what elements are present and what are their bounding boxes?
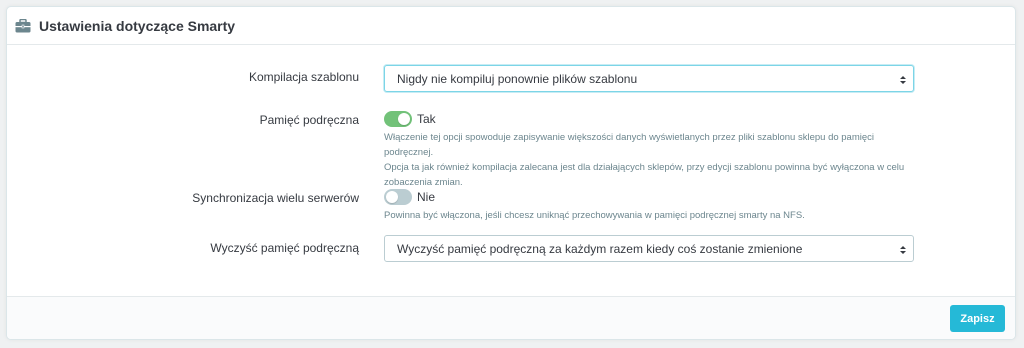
compilation-label: Kompilacja szablonu: [248, 70, 359, 84]
toggle-knob: [386, 191, 398, 203]
cache-help: Włączenie tej opcji spowoduje zapisywani…: [384, 130, 924, 190]
toggle-knob: [398, 113, 410, 125]
compilation-select[interactable]: Nigdy nie kompiluj ponownie plików szabl…: [384, 65, 914, 92]
cache-toggle[interactable]: [384, 111, 412, 127]
clear-cache-label: Wyczyść pamięć podręczną: [210, 241, 359, 255]
select-arrows-icon: [899, 74, 907, 84]
briefcase-icon: [15, 18, 31, 33]
clear-cache-select-value: Wyczyść pamięć podręczną za każdym razem…: [397, 241, 803, 256]
compilation-select-value: Nigdy nie kompiluj ponownie plików szabl…: [397, 71, 638, 86]
save-button[interactable]: Zapisz: [950, 305, 1005, 332]
cache-help-line-3: zobaczenia zmian.: [384, 177, 463, 188]
panel-title: Ustawienia dotyczące Smarty: [39, 17, 236, 34]
cache-help-line-1: Włączenie tej opcji spowoduje zapisywani…: [384, 132, 875, 158]
multi-server-label: Synchronizacja wielu serwerów: [192, 191, 359, 205]
panel-footer: Zapisz: [7, 296, 1015, 339]
cache-help-line-2: Opcja ta jak również kompilacja zalecana…: [384, 162, 905, 173]
select-arrows-icon: [899, 244, 907, 254]
multi-server-help: Powinna być włączona, jeśli chcesz unikn…: [384, 210, 805, 221]
clear-cache-select[interactable]: Wyczyść pamięć podręczną za każdym razem…: [384, 235, 914, 262]
multi-server-toggle[interactable]: [384, 189, 412, 205]
smarty-settings-panel: Ustawienia dotyczące Smarty Kompilacja s…: [6, 6, 1016, 340]
panel-heading: Ustawienia dotyczące Smarty: [7, 7, 1015, 45]
multi-server-toggle-label: Nie: [417, 190, 436, 204]
cache-toggle-label: Tak: [417, 112, 436, 126]
cache-label: Pamięć podręczna: [259, 113, 359, 127]
